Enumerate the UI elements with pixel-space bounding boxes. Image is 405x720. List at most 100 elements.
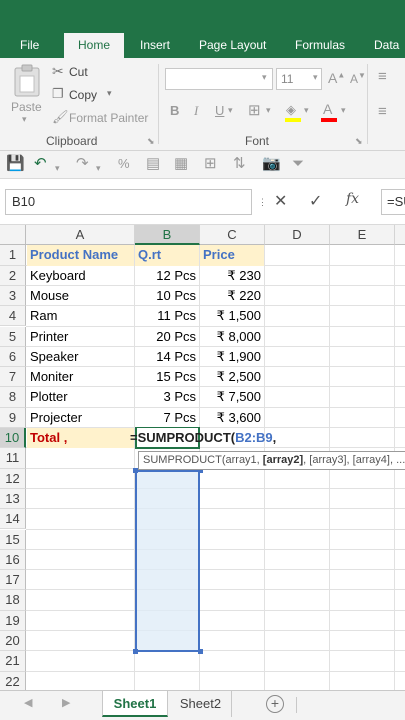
product-name-cell[interactable]: Mouse [27, 286, 134, 306]
chevron-down-icon[interactable]: ▾ [96, 159, 101, 177]
quantity-cell[interactable]: 20 Pcs [135, 327, 199, 347]
table-icon[interactable]: ⊞ [204, 155, 217, 173]
product-name-cell[interactable]: Keyboard [27, 266, 134, 286]
borders-icon[interactable]: ⊞ [248, 101, 261, 119]
bold-icon[interactable]: B [170, 103, 179, 118]
cut-button[interactable]: ✂ Cut [52, 63, 112, 81]
product-name-cell[interactable]: Printer [27, 327, 134, 347]
row-header[interactable]: 10 [0, 428, 26, 449]
save-icon[interactable]: 💾 [6, 155, 25, 173]
chevron-down-icon[interactable]: ▾ [304, 105, 309, 116]
select-all-corner[interactable] [0, 225, 26, 245]
filter-icon[interactable]: ⏷ [292, 155, 304, 173]
decrease-font-icon[interactable]: A▼ [350, 71, 366, 86]
quantity-cell[interactable]: 10 Pcs [135, 286, 199, 306]
row-header[interactable]: 21 [0, 651, 26, 672]
format-painter-button[interactable]: 🖌 Format Painter [52, 109, 152, 127]
row-header[interactable]: 2 [0, 265, 26, 286]
row-header[interactable]: 15 [0, 529, 26, 550]
range-handle[interactable] [198, 649, 203, 654]
add-sheet-button[interactable]: + [266, 695, 284, 713]
align-top-icon[interactable]: ≡ [378, 68, 387, 85]
chevron-down-icon[interactable]: ▾ [228, 105, 233, 116]
quantity-cell[interactable]: 12 Pcs [135, 266, 199, 286]
row-header[interactable]: 17 [0, 570, 26, 591]
italic-icon[interactable]: I [194, 103, 198, 119]
chevron-down-icon[interactable]: ▾ [266, 105, 271, 116]
price-cell[interactable]: ₹ 7,500 [200, 387, 264, 407]
paste-button[interactable]: Paste ▾ [8, 62, 46, 126]
quantity-cell[interactable]: 3 Pcs [135, 387, 199, 407]
price-cell[interactable]: ₹ 1,900 [200, 347, 264, 367]
row-header[interactable]: 12 [0, 468, 26, 489]
chevron-down-icon[interactable]: ▾ [341, 105, 346, 116]
chevron-down-icon[interactable]: ▾ [55, 159, 60, 177]
quantity-cell[interactable]: 7 Pcs [135, 408, 199, 428]
header-cell-qty[interactable]: Q.rt [135, 245, 199, 266]
redo-icon[interactable]: ↷ [76, 155, 89, 173]
row-header[interactable]: 13 [0, 488, 26, 510]
fill-color-icon[interactable]: ◈ [283, 102, 303, 122]
dialog-launcher-icon[interactable]: ⬊ [147, 136, 155, 147]
price-cell[interactable]: ₹ 8,000 [200, 327, 264, 347]
align-left-icon[interactable]: ≡ [378, 103, 387, 120]
tab-insert[interactable]: Insert [140, 36, 170, 58]
product-name-cell[interactable]: Ram [27, 306, 134, 326]
copy-button[interactable]: ❐ Copy ▾ [52, 86, 122, 104]
product-name-cell[interactable]: Plotter [27, 387, 134, 407]
formula-edit-cell[interactable]: =SUMPRODUCT(B2:B9, [130, 428, 280, 448]
cell-style-icon[interactable]: ▤ [146, 155, 160, 173]
row-header[interactable]: 18 [0, 590, 26, 611]
tab-home[interactable]: Home [64, 33, 125, 58]
percent-icon[interactable]: % [118, 155, 130, 173]
dialog-launcher-icon[interactable]: ⬊ [355, 136, 363, 147]
row-header[interactable]: 8 [0, 387, 26, 408]
price-cell[interactable]: ₹ 230 [200, 266, 264, 286]
sheet-tab-sheet1[interactable]: Sheet1 [102, 691, 168, 717]
sort-icon[interactable]: ⇅ [233, 155, 246, 173]
worksheet-grid[interactable]: A B C D E 1 2 3 4 5 6 7 8 9 10 11 12 13 14 15 16 17 18 19 2… [0, 225, 405, 690]
row-header[interactable]: 16 [0, 549, 26, 571]
row-header[interactable]: 19 [0, 610, 26, 631]
underline-icon[interactable]: U [215, 103, 224, 118]
row-header[interactable]: 7 [0, 367, 26, 388]
cancel-icon[interactable]: ✕ [274, 190, 287, 214]
row-header[interactable]: 1 [0, 245, 26, 266]
row-header[interactable]: 11 [0, 448, 26, 469]
tab-page-layout[interactable]: Page Layout [199, 36, 266, 58]
product-name-cell[interactable]: Moniter [27, 367, 134, 387]
row-header[interactable]: 9 [0, 407, 26, 428]
column-header-f[interactable] [395, 225, 405, 245]
tab-file[interactable]: File [20, 36, 39, 58]
column-header-c[interactable]: C [200, 225, 265, 245]
product-name-cell[interactable]: Speaker [27, 347, 134, 367]
chevron-down-icon[interactable]: ▾ [262, 72, 267, 83]
format-table-icon[interactable]: ▦ [174, 155, 188, 173]
name-box[interactable]: B10 [5, 189, 252, 215]
increase-font-icon[interactable]: A▲ [328, 70, 345, 86]
column-header-d[interactable]: D [265, 225, 330, 245]
header-cell-product-name[interactable]: Product Name [27, 245, 134, 266]
font-color-icon[interactable]: A [320, 101, 338, 123]
row-header[interactable]: 20 [0, 631, 26, 652]
tab-formulas[interactable]: Formulas [295, 36, 345, 58]
insert-function-icon[interactable]: fx [346, 191, 359, 207]
price-cell[interactable]: ₹ 3,600 [200, 408, 264, 428]
price-cell[interactable]: ₹ 2,500 [200, 367, 264, 387]
camera-icon[interactable]: 📷 [262, 155, 281, 173]
font-name-box[interactable] [165, 68, 273, 90]
row-header[interactable]: 6 [0, 346, 26, 368]
column-header-a[interactable]: A [26, 225, 135, 245]
total-label-cell[interactable]: Total , [27, 428, 134, 449]
enter-check-icon[interactable]: ✓ [309, 190, 322, 214]
row-header[interactable]: 4 [0, 306, 26, 327]
undo-icon[interactable]: ↶ [34, 155, 47, 173]
column-header-e[interactable]: E [330, 225, 395, 245]
quantity-cell[interactable]: 14 Pcs [135, 347, 199, 367]
formula-input[interactable]: =SU [381, 189, 405, 215]
product-name-cell[interactable]: Projecter [27, 408, 134, 428]
price-cell[interactable]: ₹ 1,500 [200, 306, 264, 326]
row-header[interactable]: 14 [0, 509, 26, 530]
column-header-b[interactable]: B [135, 225, 200, 245]
chevron-down-icon[interactable]: ▾ [313, 72, 318, 83]
